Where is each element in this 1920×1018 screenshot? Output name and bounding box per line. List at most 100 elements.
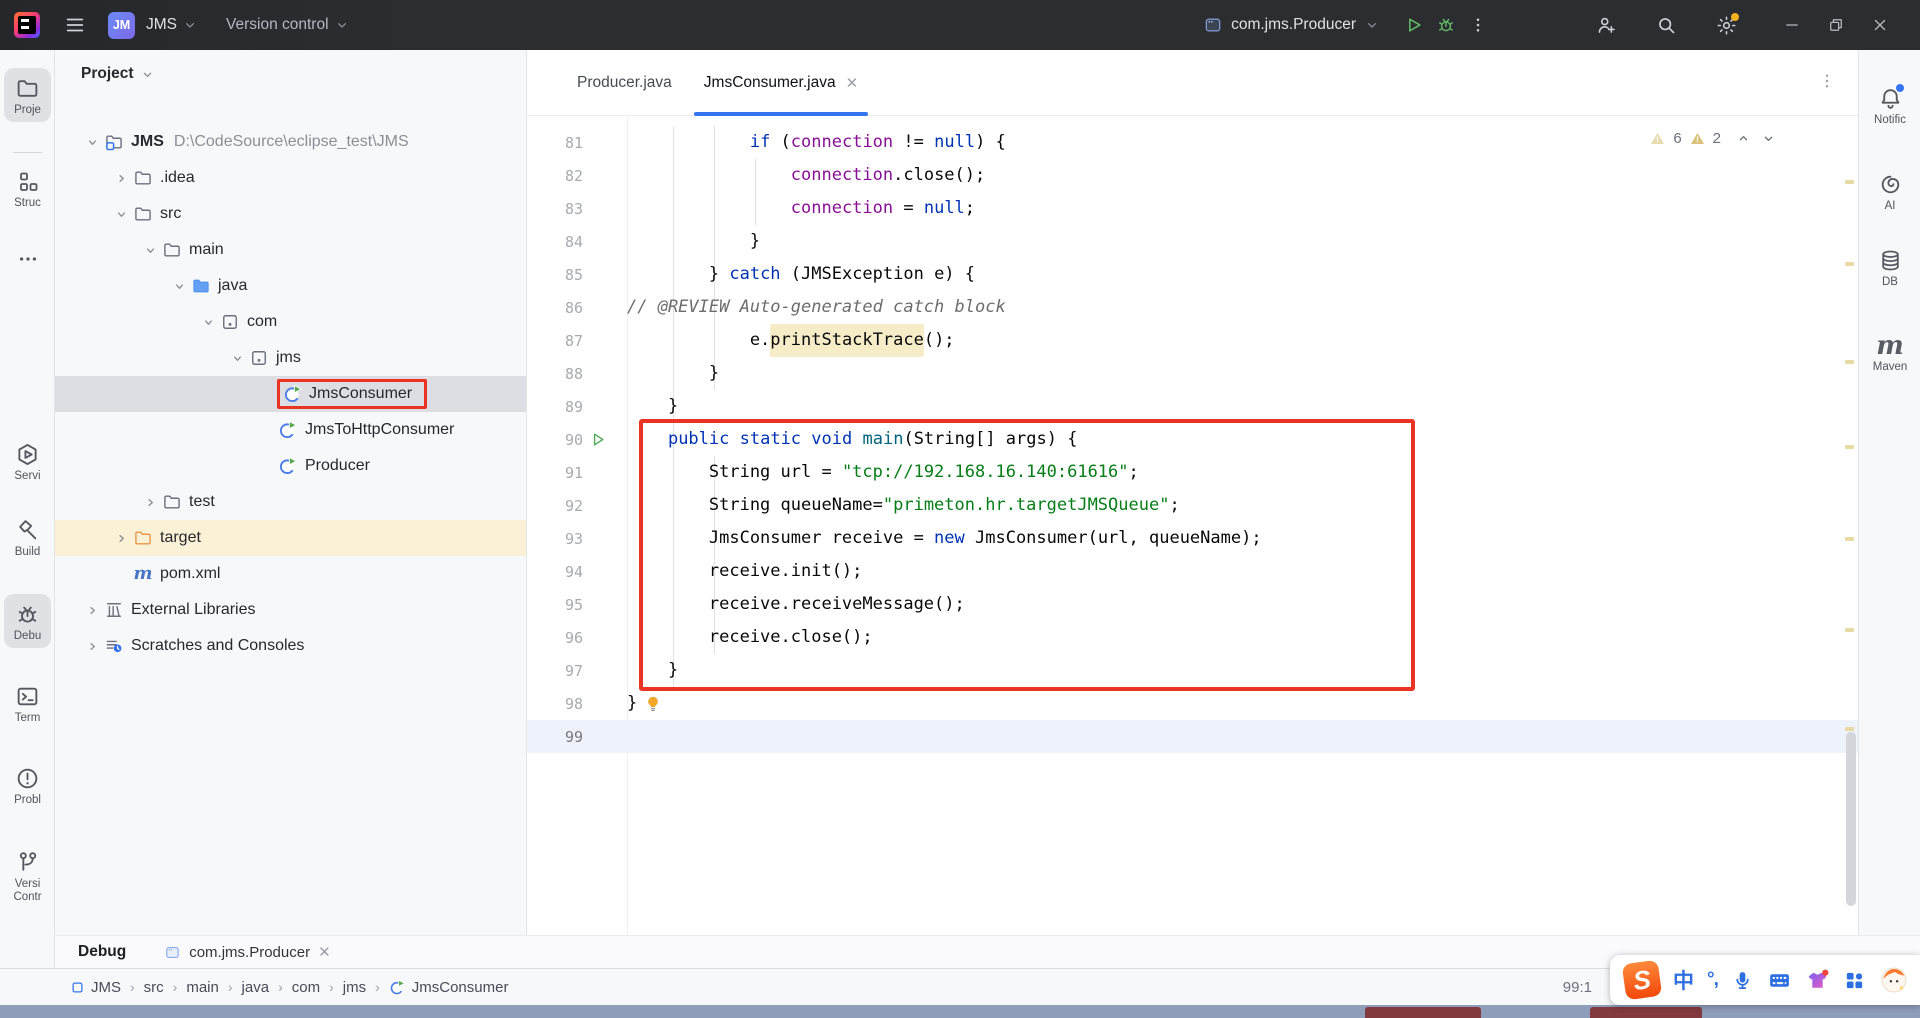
settings-button[interactable]	[1710, 9, 1742, 41]
tab-close-icon[interactable]: ✕	[318, 943, 331, 961]
gutter-slot[interactable]	[583, 431, 627, 448]
sidebar-item-terminal[interactable]: Term	[0, 684, 55, 724]
sidebar-item-version-control[interactable]: Versi Contr	[0, 850, 55, 903]
restore-button[interactable]	[1814, 8, 1858, 42]
breadcrumb-item-src[interactable]: src	[144, 979, 164, 996]
windows-taskbar-sliver[interactable]	[0, 1005, 1920, 1018]
tree-item-target[interactable]: target	[55, 520, 526, 556]
intention-lightbulb-icon[interactable]	[644, 695, 662, 713]
sidebar-item-debug[interactable]: Debu	[4, 594, 51, 648]
tree-item-scratches-and-consoles[interactable]: Scratches and Consoles	[55, 628, 526, 664]
punctuation-mode-icon[interactable]: °,	[1707, 969, 1718, 991]
chevron-right-icon[interactable]	[110, 530, 132, 547]
chevron-down-icon[interactable]	[197, 314, 219, 331]
run-configuration-selector[interactable]: com.jms.Producer	[1203, 15, 1380, 35]
tree-item-java[interactable]: java	[55, 268, 526, 304]
minimize-button[interactable]	[1770, 8, 1814, 42]
tab-close-icon[interactable]: ✕	[846, 74, 859, 92]
line-number[interactable]: 85	[527, 266, 583, 284]
tree-item-jms[interactable]: jms	[55, 340, 526, 376]
line-number[interactable]: 94	[527, 563, 583, 581]
tree-item-src[interactable]: src	[55, 196, 526, 232]
sidebar-item-maven[interactable]: m Maven	[1859, 334, 1920, 373]
input-mode-chinese[interactable]: 中	[1673, 965, 1694, 995]
chevron-right-icon[interactable]	[81, 638, 103, 655]
close-button[interactable]	[1858, 8, 1902, 42]
sidebar-item-database[interactable]: DB	[1859, 248, 1920, 288]
tab-producer-java[interactable]: Producer.java	[561, 50, 688, 115]
caret-position[interactable]: 99:1	[1563, 979, 1592, 996]
tree-item-producer[interactable]: Producer	[55, 448, 526, 484]
mascot-button[interactable]	[1879, 965, 1909, 995]
line-number[interactable]: 98	[527, 695, 583, 713]
tree-item-test[interactable]: test	[55, 484, 526, 520]
breadcrumb-item-java[interactable]: java	[242, 979, 270, 996]
search-everywhere-button[interactable]	[1650, 9, 1682, 41]
debug-button[interactable]	[1430, 9, 1462, 41]
tree-item--idea[interactable]: .idea	[55, 160, 526, 196]
inspections-widget[interactable]: 6 2	[1649, 130, 1776, 147]
line-number[interactable]: 83	[527, 200, 583, 218]
sidebar-item-ai-assistant[interactable]: AI	[1859, 172, 1920, 212]
voice-input-button[interactable]	[1731, 969, 1754, 992]
main-menu-button[interactable]	[64, 14, 86, 36]
line-number[interactable]: 89	[527, 398, 583, 416]
project-widget[interactable]: JM JMS	[100, 12, 198, 39]
chevron-right-icon[interactable]	[110, 170, 132, 187]
warning-stripe-mark[interactable]	[1845, 445, 1854, 449]
breadcrumb-item-jms[interactable]: JMS	[70, 979, 121, 996]
chevron-down-icon[interactable]	[110, 206, 132, 223]
breadcrumb-item-main[interactable]: main	[186, 979, 219, 996]
breadcrumb-item-jms[interactable]: jms	[343, 979, 366, 996]
line-number[interactable]: 88	[527, 365, 583, 383]
error-stripe[interactable]	[1842, 50, 1858, 935]
line-number[interactable]: 84	[527, 233, 583, 251]
chevron-right-icon[interactable]	[139, 494, 161, 511]
warning-stripe-mark[interactable]	[1845, 360, 1854, 364]
line-number[interactable]: 99	[527, 728, 583, 746]
more-actions-button[interactable]	[1462, 9, 1494, 41]
line-number[interactable]: 87	[527, 332, 583, 350]
line-number[interactable]: 90	[527, 431, 583, 449]
warning-stripe-mark[interactable]	[1845, 262, 1854, 266]
sidebar-item-problems[interactable]: Probl	[0, 766, 55, 806]
breadcrumb-item-jmsconsumer[interactable]: JmsConsumer	[389, 979, 509, 996]
chevron-down-icon[interactable]	[226, 350, 248, 367]
line-number[interactable]: 92	[527, 497, 583, 515]
warning-stripe-mark[interactable]	[1845, 537, 1854, 541]
editor-scrollbar-thumb[interactable]	[1846, 732, 1856, 906]
toolbox-grid-button[interactable]	[1843, 969, 1866, 992]
tree-item-com[interactable]: com	[55, 304, 526, 340]
chevron-down-icon[interactable]	[139, 242, 161, 259]
tree-item-jmsconsumer[interactable]: JmsConsumer	[55, 376, 526, 412]
soft-keyboard-button[interactable]	[1767, 968, 1792, 993]
line-number[interactable]: 82	[527, 167, 583, 185]
code-with-me-button[interactable]	[1590, 9, 1622, 41]
line-number[interactable]: 93	[527, 530, 583, 548]
chevron-down-icon[interactable]	[168, 278, 190, 295]
project-panel-header[interactable]: Project	[55, 50, 526, 98]
line-number[interactable]: 95	[527, 596, 583, 614]
sidebar-item-structure[interactable]: Struc	[0, 170, 55, 209]
debug-console-tab[interactable]: com.jms.Producer ✕	[164, 943, 330, 961]
sogou-logo-icon[interactable]: S	[1622, 960, 1663, 1001]
next-problem-icon[interactable]	[1761, 131, 1776, 146]
sidebar-item-project[interactable]: Proje	[4, 68, 51, 122]
tab-jmsconsumer-java[interactable]: JmsConsumer.java ✕	[688, 50, 874, 115]
chevron-right-icon[interactable]	[81, 602, 103, 619]
sidebar-item-build[interactable]: Build	[0, 518, 55, 558]
skin-theme-button[interactable]	[1805, 968, 1830, 993]
tree-item-jms[interactable]: JMSD:\CodeSource\eclipse_test\JMS	[55, 124, 526, 160]
warning-stripe-mark[interactable]	[1845, 180, 1854, 184]
line-number[interactable]: 81	[527, 134, 583, 152]
run-button[interactable]	[1398, 9, 1430, 41]
warning-stripe-mark[interactable]	[1845, 727, 1854, 731]
line-number[interactable]: 91	[527, 464, 583, 482]
warning-stripe-mark[interactable]	[1845, 628, 1854, 632]
taskbar-app-button[interactable]	[1590, 1007, 1702, 1018]
taskbar-app-button[interactable]	[1365, 1007, 1481, 1018]
breadcrumb-item-com[interactable]: com	[292, 979, 320, 996]
previous-problem-icon[interactable]	[1736, 131, 1751, 146]
sidebar-item-services[interactable]: Servi	[0, 442, 55, 482]
sidebar-item-more[interactable]	[0, 248, 55, 270]
